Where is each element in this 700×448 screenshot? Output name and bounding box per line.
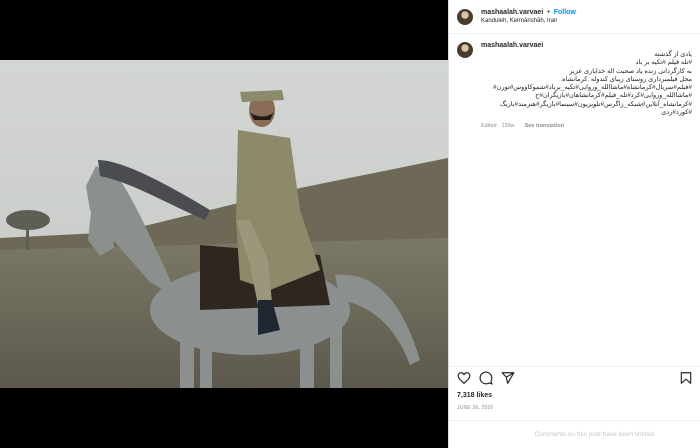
caption-line: به کارگردانی زنده یاد صحبت اله خدایاری ع… (569, 67, 692, 75)
bookmark-icon[interactable] (679, 371, 693, 385)
comment-icon[interactable] (479, 371, 493, 385)
post-header: mashaalah.varvaei • Follow Kanduleh, Ker… (449, 0, 700, 34)
post-photo[interactable] (0, 60, 448, 388)
caption-meta: Edited · 139w See translation (481, 123, 692, 129)
caption-line: #ماشاالله_وروایی#کرد#تله_فیلم#کرمانشاهان… (535, 92, 692, 100)
horse-rider-photo (0, 60, 448, 388)
caption-body: mashaalah.varvaei یادی از گذشته #تله فیل… (481, 42, 692, 360)
caption-text: یادی از گذشته #تله فیلم #تکیه بر باد به … (481, 51, 692, 117)
see-translation-button[interactable]: See translation (525, 123, 564, 129)
heart-icon[interactable] (457, 371, 471, 385)
follow-button[interactable]: Follow (554, 9, 576, 16)
header-line: mashaalah.varvaei • Follow (481, 9, 576, 16)
caption-avatar[interactable] (457, 42, 473, 58)
media-pane (0, 0, 448, 448)
post-side-panel: mashaalah.varvaei • Follow Kanduleh, Ker… (448, 0, 700, 448)
action-bar-left (457, 371, 515, 385)
caption-line: #کورد#ردی (661, 109, 692, 117)
action-bar (449, 366, 700, 386)
username-link[interactable]: mashaalah.varvaei (481, 9, 543, 16)
caption-username[interactable]: mashaalah.varvaei (481, 42, 692, 49)
share-icon[interactable] (501, 371, 515, 385)
caption-line: محل فیلمبرداری روستای زیبای کندوله .کرما… (560, 75, 692, 83)
avatar[interactable] (457, 8, 473, 25)
location-link[interactable]: Kanduleh, Kermānshāh, Iran (481, 18, 576, 24)
comments-limited-notice: Comments on this post have been limited. (449, 420, 700, 448)
post-date: JUNE 26, 2020 (457, 405, 494, 411)
edited-timestamp: Edited · 139w (481, 123, 515, 130)
caption-line: #کرمانشاه_آنلاین#شبکه_زاگرس#تلویزیون#سین… (499, 100, 692, 108)
separator-dot: • (547, 9, 550, 16)
caption-line: #تله فیلم #تکیه بر باد (635, 59, 692, 67)
caption-area: mashaalah.varvaei یادی از گذشته #تله فیل… (449, 34, 700, 360)
likes-count[interactable]: 7,318 likes (457, 392, 492, 399)
header-text: mashaalah.varvaei • Follow Kanduleh, Ker… (481, 9, 576, 24)
